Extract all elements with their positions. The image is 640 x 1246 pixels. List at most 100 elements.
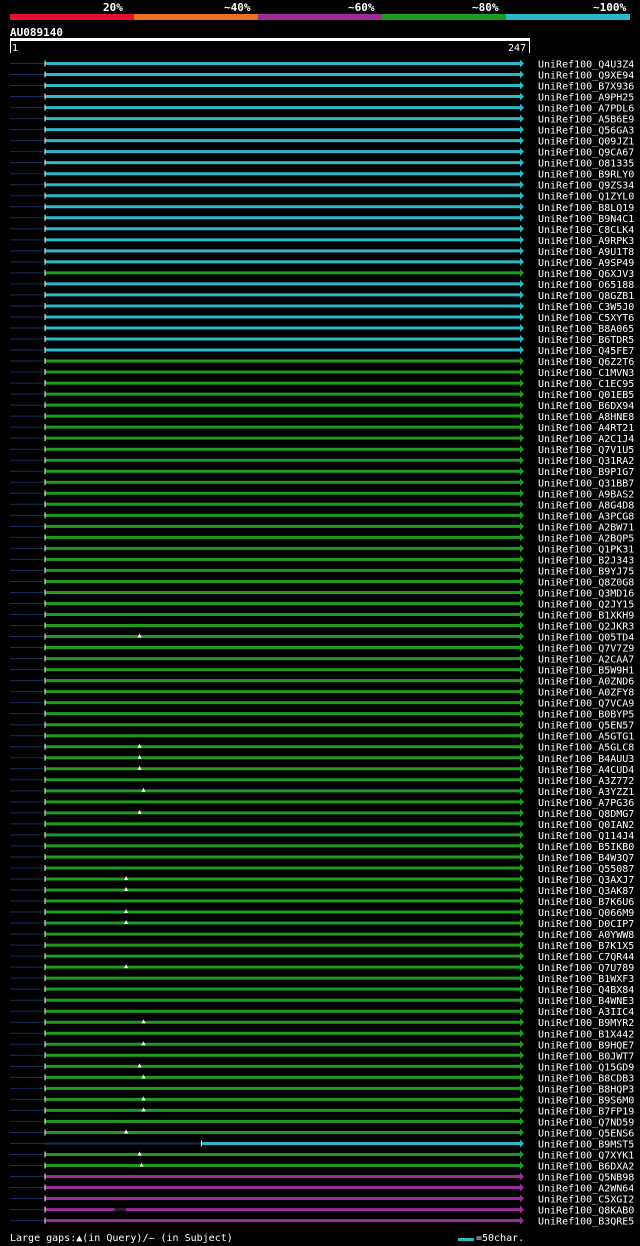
hit-label: UniRef100_A2BQP5 — [538, 533, 634, 544]
hit-label: UniRef100_A9RPK3 — [538, 236, 634, 247]
hit-label: UniRef100_B6TDR5 — [538, 335, 634, 346]
hit-label: UniRef100_B1XKH9 — [538, 611, 634, 622]
hit-end-arrow — [520, 1183, 524, 1192]
hit-label: UniRef100_Q3MD16 — [538, 588, 634, 599]
hit-label: UniRef100_Q2JKR3 — [538, 622, 634, 633]
hit-end-arrow — [520, 257, 524, 266]
hit-end-arrow — [520, 1194, 524, 1203]
hit-label: UniRef100_A3YZZ1 — [538, 787, 634, 798]
hit-end-arrow — [520, 191, 524, 200]
hit-end-arrow — [520, 1040, 524, 1049]
query-ruler-line — [10, 38, 530, 41]
hit-label: UniRef100_B9MYR2 — [538, 1018, 634, 1029]
hit-label: UniRef100_Q5EN57 — [538, 721, 634, 732]
hit-end-arrow — [520, 401, 524, 410]
hit-end-arrow — [520, 246, 524, 255]
hit-end-arrow — [520, 390, 524, 399]
hit-end-arrow — [520, 863, 524, 872]
hit-label: UniRef100_B7K1X5 — [538, 941, 634, 952]
legend-swatch-2 — [134, 14, 258, 20]
hit-label: UniRef100_B8CDB3 — [538, 1073, 634, 1084]
hit-end-arrow — [520, 764, 524, 773]
legend-label-5: ~100% — [593, 1, 627, 14]
hit-end-arrow — [520, 610, 524, 619]
hit-end-arrow — [520, 1117, 524, 1126]
hit-end-arrow — [520, 952, 524, 961]
hit-end-arrow — [520, 654, 524, 663]
hit-label: UniRef100_B8HQP3 — [538, 1084, 634, 1095]
ruler-end-tick — [529, 41, 530, 53]
hit-end-arrow — [520, 819, 524, 828]
hit-end-arrow — [520, 1051, 524, 1060]
hit-end-arrow — [520, 489, 524, 498]
hit-end-arrow — [520, 158, 524, 167]
hit-label: UniRef100_Q31BB7 — [538, 478, 634, 489]
hit-label: UniRef100_B4W3Q7 — [538, 853, 634, 864]
hit-end-arrow — [520, 1084, 524, 1093]
hit-label: UniRef100_Q3AXJ7 — [538, 875, 634, 886]
hit-end-arrow — [520, 169, 524, 178]
hit-label: UniRef100_C3W5J0 — [538, 302, 634, 313]
hit-end-arrow — [520, 996, 524, 1005]
legend-swatch-3 — [258, 14, 382, 20]
legend-label-2: ~40% — [224, 1, 251, 14]
hit-label: UniRef100_B7K6U6 — [538, 897, 634, 908]
hit-end-arrow — [520, 753, 524, 762]
hit-label: UniRef100_Q05TD4 — [538, 633, 634, 644]
hit-label: UniRef100_A8HNE8 — [538, 412, 634, 423]
hit-end-arrow — [520, 1150, 524, 1159]
hit-end-arrow — [520, 323, 524, 332]
hit-end-arrow — [520, 235, 524, 244]
hit-label: UniRef100_Q7ND59 — [538, 1117, 634, 1128]
hit-label: UniRef100_B9MST5 — [538, 1139, 634, 1150]
hit-label: UniRef100_O65188 — [538, 280, 634, 291]
hit-label: UniRef100_A7PDL6 — [538, 104, 634, 115]
hit-label: UniRef100_Q7XYK1 — [538, 1150, 634, 1161]
hit-end-arrow — [520, 136, 524, 145]
hit-label: UniRef100_A4CUD4 — [538, 765, 634, 776]
hit-label: UniRef100_C7QR44 — [538, 952, 634, 963]
hit-end-arrow — [520, 808, 524, 817]
ruler-end-label: 247 — [508, 43, 527, 54]
hit-label: UniRef100_Q6Z2T6 — [538, 357, 634, 368]
hit-end-arrow — [520, 114, 524, 123]
hit-end-arrow — [520, 1095, 524, 1104]
hit-label: UniRef100_Q5NB98 — [538, 1173, 634, 1184]
hit-label: UniRef100_A2CAA7 — [538, 655, 634, 666]
hit-end-arrow — [520, 180, 524, 189]
hit-label: UniRef100_A8G4D8 — [538, 500, 634, 511]
hit-end-arrow — [520, 841, 524, 850]
hit-label: UniRef100_B1X442 — [538, 1029, 634, 1040]
hit-label: UniRef100_C1EC95 — [538, 379, 634, 390]
hit-label: UniRef100_B6DXA2 — [538, 1162, 634, 1173]
hit-end-arrow — [520, 974, 524, 983]
hit-end-arrow — [520, 467, 524, 476]
hit-end-arrow — [520, 577, 524, 586]
hit-end-arrow — [520, 92, 524, 101]
hit-end-arrow — [520, 1128, 524, 1137]
hit-label: UniRef100_Q6XJV3 — [538, 269, 634, 280]
hit-end-arrow — [520, 268, 524, 277]
hit-label: UniRef100_A9PH25 — [538, 93, 634, 104]
hit-end-arrow — [520, 103, 524, 112]
hit-end-arrow — [520, 456, 524, 465]
hit-end-arrow — [520, 908, 524, 917]
hit-label: UniRef100_B9N4C1 — [538, 214, 634, 225]
hit-end-arrow — [520, 522, 524, 531]
hit-end-arrow — [520, 544, 524, 553]
hit-end-arrow — [520, 1172, 524, 1181]
hit-end-arrow — [520, 147, 524, 156]
hit-label: UniRef100_C5XYT6 — [538, 313, 634, 324]
hit-label: UniRef100_B9P1G7 — [538, 467, 634, 478]
hit-end-arrow — [520, 676, 524, 685]
hit-end-arrow — [520, 731, 524, 740]
hit-end-arrow — [520, 125, 524, 134]
hit-label: UniRef100_B9S6M0 — [538, 1095, 634, 1106]
hit-label: UniRef100_Q9CA67 — [538, 148, 634, 159]
hit-end-arrow — [520, 1018, 524, 1027]
hit-label: UniRef100_Q7U789 — [538, 963, 634, 974]
hit-label: UniRef100_B9HQE7 — [538, 1040, 634, 1051]
hit-label: UniRef100_Q7V1U5 — [538, 445, 634, 456]
hit-label: UniRef100_Q7VCA9 — [538, 699, 634, 710]
hit-label: UniRef100_B0BYP5 — [538, 710, 634, 721]
